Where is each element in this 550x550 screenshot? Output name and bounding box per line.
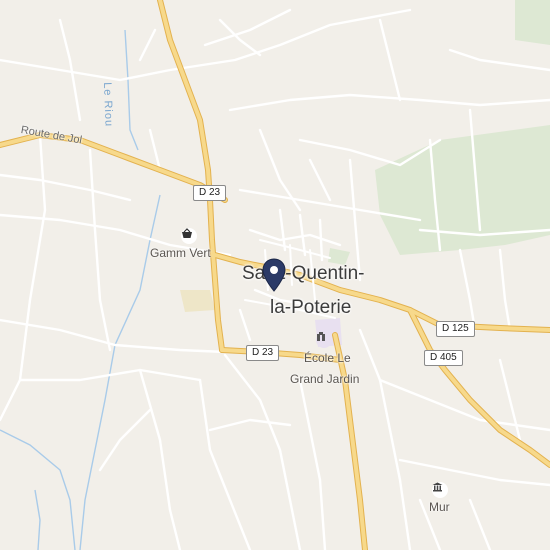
road-shield-d23-south: D 23 xyxy=(246,345,280,361)
town-name-line2: la-Poterie xyxy=(270,297,352,318)
landmark-icon[interactable] xyxy=(432,482,448,498)
map-canvas[interactable]: Route de Jol Le Riou D 23 D 23 D 125 D 4… xyxy=(0,0,550,550)
school-icon[interactable] xyxy=(316,332,332,348)
poi-mur-label[interactable]: Mur xyxy=(429,500,450,515)
poi-gamm-vert-label[interactable]: Gamm Vert xyxy=(150,246,211,261)
road-shield-d23-north: D 23 xyxy=(193,185,227,201)
shopping-basket-icon[interactable] xyxy=(181,228,197,244)
location-pin-icon[interactable] xyxy=(262,258,286,292)
road-shield-d125: D 125 xyxy=(436,321,475,337)
river-label: Le Riou xyxy=(101,82,115,128)
poi-ecole-label-line1[interactable]: École Le xyxy=(304,351,351,366)
poi-ecole-label-line2[interactable]: Grand Jardin xyxy=(290,372,359,387)
road-shield-d405: D 405 xyxy=(424,350,463,366)
